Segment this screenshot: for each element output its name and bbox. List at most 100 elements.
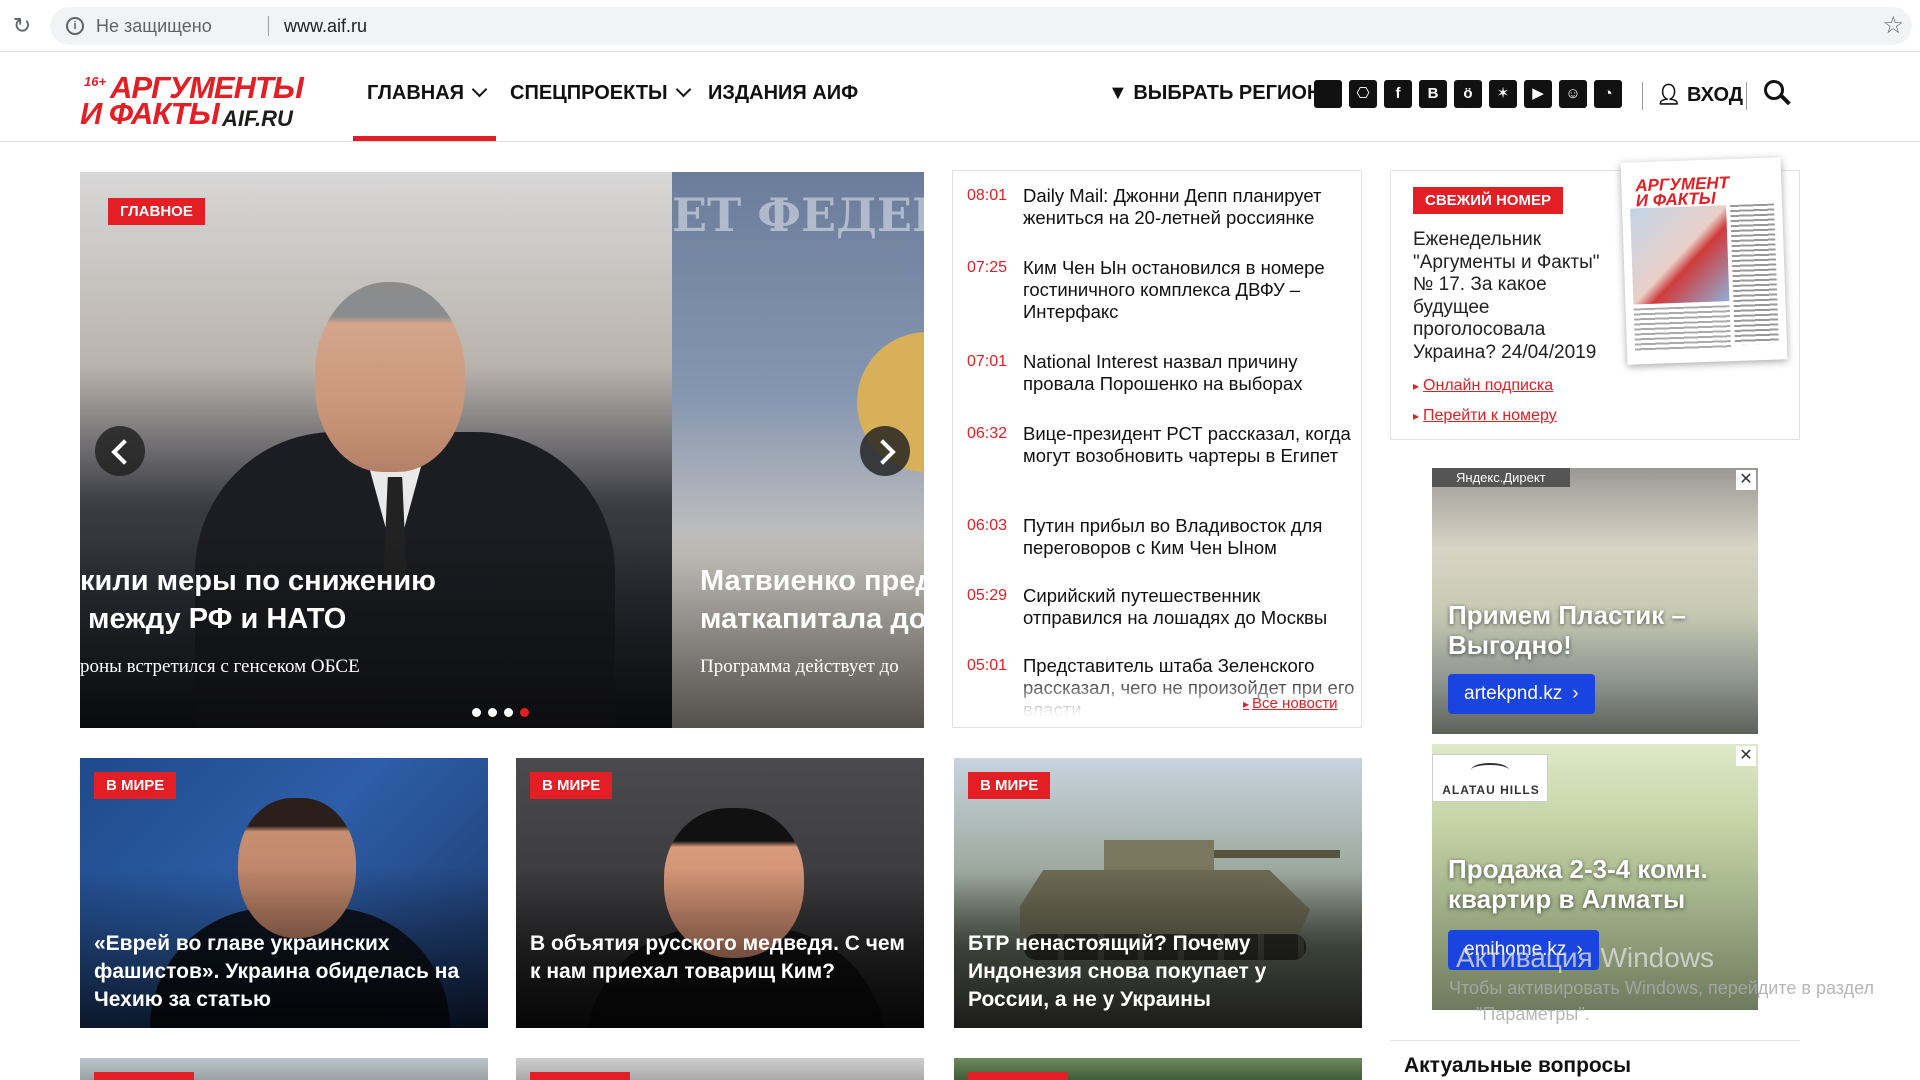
- facebook-icon[interactable]: f: [1384, 80, 1412, 108]
- slide1-title-line2[interactable]: между РФ и НАТО: [88, 600, 346, 638]
- close-icon[interactable]: ✕: [1736, 470, 1756, 490]
- search-icon-handle: [1780, 94, 1791, 106]
- card-badge[interactable]: В МИРЕ: [968, 772, 1051, 799]
- slide2-subtitle: Программа действует до: [700, 656, 899, 677]
- alatau-brand: ALATAU HILLS: [1442, 783, 1540, 797]
- news-card[interactable]: В МИРЕ «Еврей во главе украинских фашист…: [80, 758, 488, 1028]
- card-badge: [530, 1072, 630, 1080]
- card-badge[interactable]: В МИРЕ: [94, 772, 177, 799]
- paper-masthead: АРГУМЕНТ И ФАКТЫ: [1626, 163, 1777, 210]
- ad-title-line2[interactable]: квартир в Алматы: [1448, 884, 1685, 914]
- news-headline[interactable]: Ким Чен Ын остановился в номере гостинич…: [1023, 257, 1355, 323]
- topics-heading[interactable]: Актуальные вопросы: [1404, 1054, 1631, 1078]
- ad-link-button[interactable]: artekpnd.kz: [1448, 674, 1595, 714]
- fresh-issue-badge: СВЕЖИЙ НОМЕР: [1413, 187, 1563, 214]
- age-rating: 16+: [84, 74, 107, 89]
- android-icon[interactable]: ⎔: [1349, 80, 1377, 108]
- slide2-title-line1[interactable]: Матвиенко пред: [700, 562, 924, 600]
- news-card[interactable]: В МИРЕ БТР ненастоящий? Почему Индонезия…: [954, 758, 1362, 1028]
- news-headline[interactable]: Путин прибыл во Владивосток для перегово…: [1023, 515, 1355, 559]
- news-time: 06:03: [967, 517, 1008, 534]
- paper-text-rows: [1633, 305, 1732, 353]
- ad-label[interactable]: Яндекс.Директ: [1432, 468, 1570, 487]
- paper-title: АРГУМЕНТ И ФАКТЫ: [1635, 173, 1730, 210]
- odnoklassniki-icon[interactable]: ö: [1454, 80, 1482, 108]
- ad-title-line1[interactable]: Продажа 2-3-4 комн.: [1448, 854, 1708, 884]
- ad-title-line2[interactable]: Выгодно!: [1448, 630, 1572, 660]
- news-card-partial[interactable]: [80, 1058, 488, 1080]
- close-icon[interactable]: ✕: [1736, 746, 1756, 766]
- card-vehicle-gun: [1210, 850, 1340, 858]
- card-title[interactable]: В объятия русского медведя. С чем к нам …: [530, 930, 914, 986]
- slide1-title-line1[interactable]: кили меры по снижению: [80, 562, 436, 600]
- region-selector[interactable]: ▼ ВЫБРАТЬ РЕГИОН: [1108, 82, 1321, 105]
- ad-title-line1[interactable]: Примем Пластик –: [1448, 600, 1686, 630]
- news-card-partial[interactable]: [954, 1058, 1362, 1080]
- chevron-down-icon: [675, 81, 691, 98]
- location-pin-icon: ▼: [1108, 82, 1134, 104]
- nav-special-label: СПЕЦПРОЕКТЫ: [510, 82, 668, 104]
- rss-icon[interactable]: ◔: [1594, 80, 1622, 108]
- all-news-link[interactable]: Все новости: [1243, 695, 1338, 712]
- security-status[interactable]: Не защищено: [96, 16, 212, 37]
- nav-active-indicator: [353, 136, 496, 141]
- nav-main[interactable]: ГЛАВНАЯ: [367, 81, 488, 105]
- nav-main-label: ГЛАВНАЯ: [367, 82, 465, 104]
- slider-next-button[interactable]: [860, 426, 910, 476]
- browser-toolbar: ↻ i Не защищено www.aif.ru ☆: [0, 0, 1920, 52]
- nav-editions[interactable]: ИЗДАНИЯ АИФ: [708, 82, 858, 105]
- ad-banner-plastic[interactable]: Яндекс.Директ ✕ Примем Пластик – Выгодно…: [1432, 468, 1758, 734]
- news-time: 07:25: [967, 259, 1008, 276]
- address-separator: [268, 16, 269, 36]
- slider-dot[interactable]: [504, 708, 513, 717]
- slide2-title-line2[interactable]: маткапитала до: [700, 600, 924, 638]
- card-title[interactable]: БТР ненастоящий? Почему Индонезия снова …: [968, 930, 1352, 1014]
- nav-special-projects[interactable]: СПЕЦПРОЕКТЫ: [510, 81, 691, 105]
- header-divider: [1642, 82, 1643, 110]
- slider-dot[interactable]: [488, 708, 497, 717]
- url-text[interactable]: www.aif.ru: [284, 16, 367, 37]
- search-icon[interactable]: [1762, 78, 1792, 108]
- news-headline[interactable]: Сирийский путешественник отправился на л…: [1023, 585, 1355, 629]
- mountain-icon: [1471, 763, 1509, 777]
- youtube-icon[interactable]: ▶: [1524, 80, 1552, 108]
- fresh-issue-description[interactable]: Еженедельник "Аргументы и Факты" № 17. З…: [1413, 229, 1613, 364]
- go-to-issue-link[interactable]: Перейти к номеру: [1413, 407, 1557, 425]
- region-label: ВЫБРАТЬ РЕГИОН: [1133, 82, 1322, 104]
- reload-icon[interactable]: ↻: [8, 12, 36, 40]
- card-badge[interactable]: В МИРЕ: [530, 772, 613, 799]
- windows-activation-hint: Чтобы активировать Windows, перейдите в …: [1449, 978, 1875, 998]
- news-feed: 08:01 Daily Mail: Джонни Депп планирует …: [952, 170, 1362, 728]
- news-headline[interactable]: National Interest назвал причину провала…: [1023, 351, 1355, 395]
- online-subscription-link[interactable]: Онлайн подписка: [1413, 377, 1553, 395]
- news-card[interactable]: В МИРЕ В объятия русского медведя. С чем…: [516, 758, 924, 1028]
- news-headline[interactable]: Daily Mail: Джонни Депп планирует женить…: [1023, 185, 1355, 229]
- twitter-icon[interactable]: ✶: [1489, 80, 1517, 108]
- zen-icon[interactable]: ☺: [1559, 80, 1587, 108]
- slider-prev-button[interactable]: [95, 426, 145, 476]
- nav-editions-label: ИЗДАНИЯ АИФ: [708, 82, 859, 104]
- news-headline[interactable]: Вице-президент РСТ рассказал, когда могу…: [1023, 423, 1355, 467]
- bookmark-star-icon[interactable]: ☆: [1882, 11, 1904, 40]
- person-head: [315, 282, 465, 472]
- vk-icon[interactable]: B: [1419, 80, 1447, 108]
- slide1-subtitle: роны встретился с генсеком ОБСЕ: [80, 656, 360, 677]
- login-label: ВХОД: [1686, 84, 1743, 106]
- main-slider[interactable]: ЕТ ФЕДЕРАЦ ГЛАВНОЕ кили меры по снижению…: [80, 172, 924, 728]
- card-title[interactable]: «Еврей во главе украинских фашистов». Ук…: [94, 930, 478, 1014]
- login-button[interactable]: 👤︎ ВХОД: [1656, 82, 1743, 107]
- site-logo[interactable]: 16+ АРГУМЕНТЫ И ФАКТЫ AIF.RU: [80, 70, 304, 131]
- windows-activation-watermark: Активация Windows: [1456, 942, 1715, 973]
- newspaper-cover[interactable]: АРГУМЕНТ И ФАКТЫ: [1620, 157, 1788, 365]
- address-bar[interactable]: i Не защищено www.aif.ru ☆: [50, 7, 1912, 45]
- paper-text-column: [1730, 203, 1779, 345]
- site-header: 16+ АРГУМЕНТЫ И ФАКТЫ AIF.RU ГЛАВНАЯ СПЕ…: [0, 52, 1920, 142]
- slider-dot-active[interactable]: [520, 708, 529, 717]
- slider-dot[interactable]: [472, 708, 481, 717]
- section-badge[interactable]: ГЛАВНОЕ: [108, 198, 205, 225]
- user-icon: 👤︎: [1656, 84, 1687, 106]
- apple-icon[interactable]: [1314, 80, 1342, 108]
- info-icon[interactable]: i: [66, 17, 84, 35]
- news-card-partial[interactable]: [516, 1058, 924, 1080]
- header-divider: [1746, 82, 1747, 110]
